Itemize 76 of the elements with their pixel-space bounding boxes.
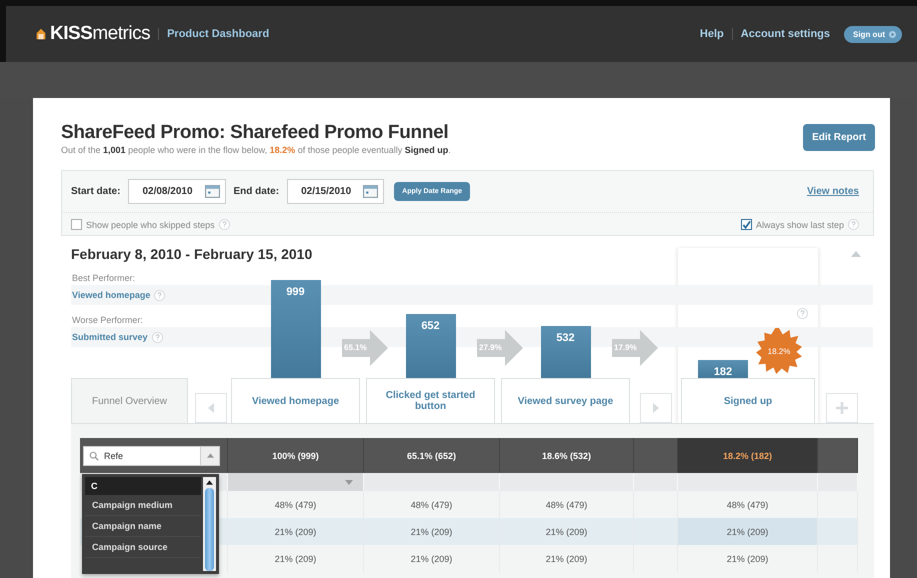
caret-icon[interactable] [345,480,353,484]
start-date-label: Start date: [71,186,120,197]
help-icon[interactable] [154,290,166,300]
help-icon[interactable] [848,219,859,230]
header-cell [818,438,858,473]
end-date-field[interactable]: 02/15/2010 [287,179,384,204]
table-cell: 21% (209) [500,518,634,545]
date-range-title: February 8, 2010 - February 15, 2010 [71,246,312,262]
table-cell: 21% (209) [678,518,818,545]
dropdown-item[interactable]: Campaign source [85,537,201,558]
edit-report-button[interactable]: Edit Report [803,124,875,151]
table-cell [634,518,678,545]
search-icon [89,450,99,460]
total-cell: 100% (999) [228,438,364,473]
table-cell: 21% (209) [500,545,634,572]
arrow-icon [889,30,896,38]
right-arrow-icon [652,403,658,413]
scrollbar[interactable] [203,477,216,571]
arrow-icon [477,330,523,366]
plus-icon [836,402,848,414]
end-date-label: End date: [234,186,280,197]
calendar-icon[interactable] [204,185,220,198]
section-link[interactable]: Product Dashboard [167,28,270,40]
arrow-icon [342,330,388,366]
checkbox[interactable] [71,219,82,230]
table-cell [818,518,858,545]
up-arrow-icon[interactable] [206,480,213,485]
option-label: Show people who skipped steps [86,220,215,230]
sign-out-button[interactable]: Sign out [844,26,902,42]
nav-link[interactable]: Account settings [740,28,830,40]
table-cell: 21% (209) [228,518,364,545]
funnel-bar[interactable]: 652 [406,314,456,378]
checkbox[interactable] [740,219,752,230]
previous-button[interactable] [194,393,226,423]
funnel-overview-tab[interactable]: Funnel Overview [71,378,188,423]
step-tab[interactable]: Viewed homepage [231,378,360,423]
start-date-field[interactable]: 02/08/2010 [128,179,226,204]
table-cell: 21% (209) [364,518,500,545]
funnel-bar[interactable]: 532 [540,326,590,378]
header-cell [634,438,678,473]
total-cell: 18.2% (182) [678,438,818,473]
nav-link[interactable]: Help [700,28,724,40]
view-notes-link[interactable]: View notes [806,186,859,197]
dropdown-item[interactable]: Campaign medium [85,495,201,516]
dropdown-item[interactable]: Campaign name [85,516,201,537]
option-label: Always show last step [756,220,844,230]
help-icon[interactable] [152,332,163,342]
performer-step-link[interactable]: Submitted survey [72,332,148,342]
total-cell: 65.1% (652) [364,438,500,473]
help-icon[interactable] [797,308,808,319]
step-tab[interactable]: Viewed survey page [501,378,630,423]
logo[interactable]: KISSmetrics [50,23,150,45]
funnel-bar[interactable]: 182 [698,360,748,378]
add-step-button[interactable] [826,393,858,423]
performer-step-link[interactable]: Viewed homepage [72,290,150,300]
funnel-bar[interactable]: 999 [270,280,320,378]
report-title: ShareFeed Promo: Sharefeed Promo Funnel [61,122,450,144]
calendar-icon[interactable] [363,185,378,198]
next-button[interactable] [640,393,672,423]
total-cell: 18.6% (532) [500,438,634,473]
caret-icon [206,453,214,458]
report-summary: Out of the 1,001 people who were in the flow below, 18.2% of those people eventually Signed up. [61,145,451,155]
step-tab[interactable]: Signed up [681,378,815,423]
group-header: C [85,477,201,495]
performer-label: Worse Performer: [71,314,144,327]
table-cell: 21% (209) [364,545,500,572]
arrow-icon [612,330,658,366]
search-field[interactable]: Refe [83,446,220,466]
table-cell: 21% (209) [228,545,364,572]
logo-icon [34,27,48,41]
step-tab[interactable]: Clicked get started button [366,378,495,423]
left-arrow-icon [208,403,214,413]
collapse-icon[interactable] [851,251,861,257]
table-cell: 21% (209) [678,545,818,572]
performer-label: Best Performer: [71,272,136,285]
help-icon[interactable] [218,219,230,230]
